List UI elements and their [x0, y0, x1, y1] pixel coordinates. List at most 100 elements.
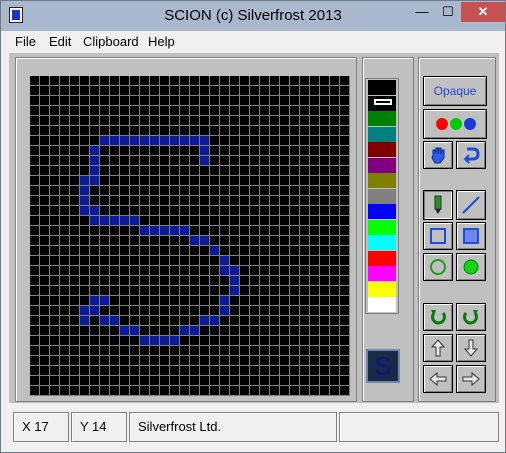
canvas-pixel[interactable]: [160, 186, 170, 196]
canvas-pixel[interactable]: [160, 226, 170, 236]
canvas-pixel[interactable]: [240, 146, 250, 156]
canvas-pixel[interactable]: [320, 186, 330, 196]
canvas-pixel[interactable]: [140, 86, 150, 96]
canvas-pixel[interactable]: [110, 336, 120, 346]
canvas-pixel[interactable]: [80, 176, 90, 186]
canvas-pixel[interactable]: [310, 276, 320, 286]
rotate-right-button[interactable]: [456, 303, 486, 331]
canvas-pixel[interactable]: [340, 106, 350, 116]
canvas-pixel[interactable]: [340, 86, 350, 96]
canvas-pixel[interactable]: [200, 346, 210, 356]
canvas-pixel[interactable]: [110, 86, 120, 96]
canvas-pixel[interactable]: [260, 226, 270, 236]
canvas-pixel[interactable]: [180, 106, 190, 116]
canvas-pixel[interactable]: [50, 226, 60, 236]
canvas-pixel[interactable]: [210, 326, 220, 336]
canvas-pixel[interactable]: [260, 146, 270, 156]
canvas-pixel[interactable]: [200, 286, 210, 296]
canvas-pixel[interactable]: [190, 276, 200, 286]
canvas-pixel[interactable]: [130, 246, 140, 256]
canvas-pixel[interactable]: [230, 326, 240, 336]
canvas-pixel[interactable]: [250, 336, 260, 346]
canvas-pixel[interactable]: [40, 266, 50, 276]
canvas-pixel[interactable]: [270, 146, 280, 156]
canvas-pixel[interactable]: [340, 166, 350, 176]
canvas-pixel[interactable]: [140, 286, 150, 296]
canvas-pixel[interactable]: [240, 166, 250, 176]
canvas-pixel[interactable]: [150, 236, 160, 246]
canvas-pixel[interactable]: [90, 96, 100, 106]
canvas-pixel[interactable]: [190, 186, 200, 196]
canvas-pixel[interactable]: [270, 176, 280, 186]
canvas-pixel[interactable]: [120, 206, 130, 216]
canvas-pixel[interactable]: [310, 96, 320, 106]
canvas-pixel[interactable]: [90, 366, 100, 376]
canvas-pixel[interactable]: [70, 266, 80, 276]
canvas-pixel[interactable]: [80, 336, 90, 346]
canvas-pixel[interactable]: [150, 186, 160, 196]
canvas-pixel[interactable]: [40, 116, 50, 126]
palette-swatch[interactable]: [368, 250, 396, 266]
canvas-pixel[interactable]: [140, 326, 150, 336]
canvas-pixel[interactable]: [110, 356, 120, 366]
canvas-pixel[interactable]: [280, 346, 290, 356]
canvas-pixel[interactable]: [100, 206, 110, 216]
canvas-pixel[interactable]: [340, 276, 350, 286]
canvas-pixel[interactable]: [310, 326, 320, 336]
canvas-pixel[interactable]: [330, 236, 340, 246]
canvas-pixel[interactable]: [110, 106, 120, 116]
canvas-pixel[interactable]: [280, 106, 290, 116]
canvas-pixel[interactable]: [30, 346, 40, 356]
canvas-pixel[interactable]: [210, 236, 220, 246]
canvas-pixel[interactable]: [140, 226, 150, 236]
canvas-pixel[interactable]: [90, 136, 100, 146]
canvas-pixel[interactable]: [120, 386, 130, 396]
canvas-pixel[interactable]: [280, 126, 290, 136]
canvas-pixel[interactable]: [210, 246, 220, 256]
canvas-pixel[interactable]: [200, 216, 210, 226]
canvas-pixel[interactable]: [150, 196, 160, 206]
canvas-pixel[interactable]: [170, 316, 180, 326]
canvas-pixel[interactable]: [210, 306, 220, 316]
canvas-pixel[interactable]: [130, 256, 140, 266]
canvas-pixel[interactable]: [300, 106, 310, 116]
canvas-pixel[interactable]: [100, 186, 110, 196]
canvas-pixel[interactable]: [290, 136, 300, 146]
canvas-pixel[interactable]: [90, 346, 100, 356]
canvas-pixel[interactable]: [160, 276, 170, 286]
canvas-pixel[interactable]: [210, 356, 220, 366]
canvas-pixel[interactable]: [60, 306, 70, 316]
canvas-pixel[interactable]: [160, 246, 170, 256]
canvas-pixel[interactable]: [310, 136, 320, 146]
canvas-pixel[interactable]: [230, 216, 240, 226]
canvas-pixel[interactable]: [170, 196, 180, 206]
canvas-pixel[interactable]: [110, 256, 120, 266]
canvas-pixel[interactable]: [260, 336, 270, 346]
menu-clipboard[interactable]: Clipboard: [83, 31, 139, 53]
canvas-pixel[interactable]: [70, 366, 80, 376]
canvas-pixel[interactable]: [180, 386, 190, 396]
canvas-pixel[interactable]: [50, 86, 60, 96]
canvas-pixel[interactable]: [240, 156, 250, 166]
canvas-pixel[interactable]: [40, 286, 50, 296]
canvas-pixel[interactable]: [220, 196, 230, 206]
canvas-pixel[interactable]: [90, 76, 100, 86]
canvas-pixel[interactable]: [270, 376, 280, 386]
canvas-pixel[interactable]: [240, 286, 250, 296]
canvas-pixel[interactable]: [100, 166, 110, 176]
canvas-pixel[interactable]: [250, 266, 260, 276]
canvas-pixel[interactable]: [140, 176, 150, 186]
canvas-pixel[interactable]: [340, 376, 350, 386]
canvas-pixel[interactable]: [310, 366, 320, 376]
canvas-pixel[interactable]: [50, 96, 60, 106]
canvas-pixel[interactable]: [180, 216, 190, 226]
pencil-tool-button[interactable]: [423, 190, 453, 220]
canvas-pixel[interactable]: [70, 126, 80, 136]
canvas-pixel[interactable]: [160, 116, 170, 126]
canvas-pixel[interactable]: [340, 116, 350, 126]
line-tool-button[interactable]: [456, 190, 486, 220]
canvas-pixel[interactable]: [180, 146, 190, 156]
canvas-pixel[interactable]: [280, 336, 290, 346]
canvas-pixel[interactable]: [70, 86, 80, 96]
canvas-pixel[interactable]: [60, 196, 70, 206]
